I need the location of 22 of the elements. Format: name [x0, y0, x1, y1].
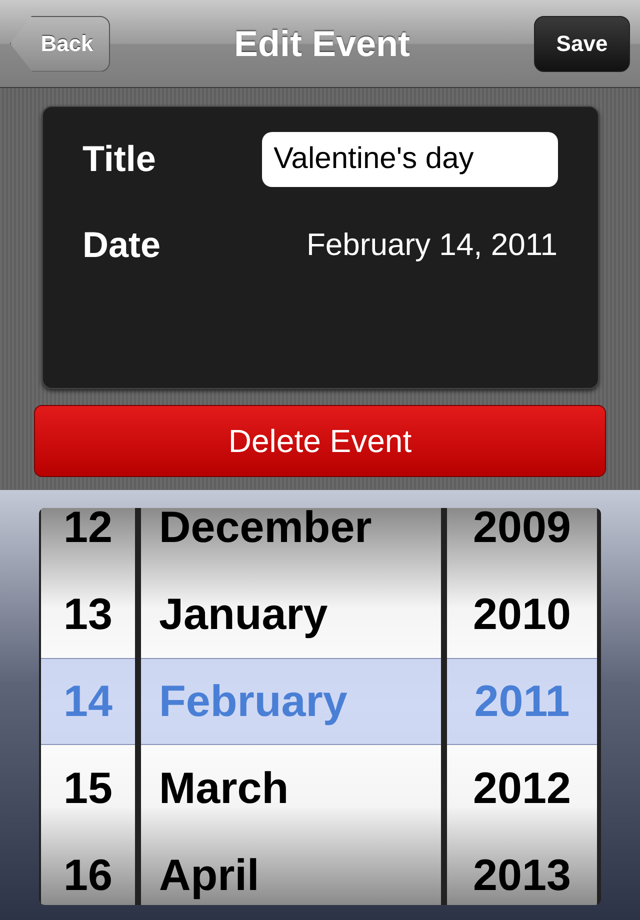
screen-title: Edit Event — [234, 22, 410, 64]
title-field[interactable]: Valentine's day — [262, 132, 558, 186]
date-value: February 14, 2011 — [306, 227, 558, 263]
picker-option[interactable]: 12 — [41, 508, 135, 571]
picker-wheel[interactable]: 12 13 14 15 16 — [41, 508, 135, 905]
delete-event-button[interactable]: Delete Event — [34, 405, 606, 477]
picker-option[interactable]: January — [141, 571, 441, 658]
picker-option[interactable]: April — [141, 832, 441, 905]
picker-option[interactable]: 13 — [41, 571, 135, 658]
picker-option[interactable]: December — [141, 508, 441, 571]
picker-option[interactable]: 2013 — [447, 832, 597, 905]
field-label: Date — [82, 224, 161, 266]
picker-wheel[interactable]: 2009 2010 2011 2012 2013 — [447, 508, 597, 905]
picker-option[interactable]: 2010 — [447, 571, 597, 658]
picker-option[interactable]: March — [141, 745, 441, 832]
picker-option[interactable]: 15 — [41, 745, 135, 832]
picker-option[interactable]: 16 — [41, 832, 135, 905]
picker-option[interactable]: 2009 — [447, 508, 597, 571]
picker-wheel[interactable]: December January February March April — [141, 508, 441, 905]
picker-option[interactable]: 2012 — [447, 745, 597, 832]
field-label: Title — [82, 138, 156, 180]
save-button[interactable]: Save — [534, 16, 630, 72]
